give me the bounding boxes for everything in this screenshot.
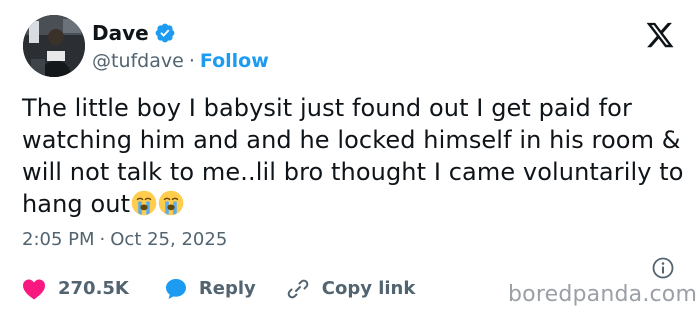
reply-button[interactable]: Reply bbox=[164, 276, 256, 302]
link-icon bbox=[287, 279, 309, 299]
avatar[interactable] bbox=[23, 15, 85, 77]
follow-button[interactable]: Follow bbox=[200, 49, 269, 73]
tweet-date: Oct 25, 2025 bbox=[110, 229, 228, 250]
reply-bubble-icon bbox=[165, 279, 186, 299]
avatar-image bbox=[23, 15, 85, 77]
x-logo-icon[interactable] bbox=[643, 20, 677, 50]
tweet-body: The little boy I babysit just found out … bbox=[22, 92, 687, 220]
tweet-timestamp[interactable]: 2:05 PM · Oct 25, 2025 bbox=[22, 229, 227, 251]
verified-badge-icon bbox=[155, 23, 175, 43]
timestamp-separator: · bbox=[99, 229, 106, 250]
tweet-text: The little boy I babysit just found out … bbox=[22, 94, 684, 218]
heart-icon bbox=[23, 279, 45, 300]
handle-separator: · bbox=[188, 50, 195, 72]
copy-link-label: Copy link bbox=[321, 278, 416, 299]
watermark: boredpanda.com bbox=[508, 282, 698, 307]
author-name[interactable]: Dave bbox=[92, 20, 149, 46]
author-handle[interactable]: @tufdave bbox=[92, 49, 184, 73]
info-icon[interactable] bbox=[651, 256, 675, 280]
reply-label: Reply bbox=[198, 278, 256, 299]
like-button[interactable]: 270.5K bbox=[22, 276, 129, 302]
copy-link-button[interactable]: Copy link bbox=[286, 276, 416, 302]
like-count: 270.5K bbox=[58, 278, 129, 299]
loudly-crying-face-icon bbox=[131, 190, 157, 216]
tweet-time: 2:05 PM bbox=[22, 229, 95, 250]
loudly-crying-face-icon bbox=[158, 190, 184, 216]
